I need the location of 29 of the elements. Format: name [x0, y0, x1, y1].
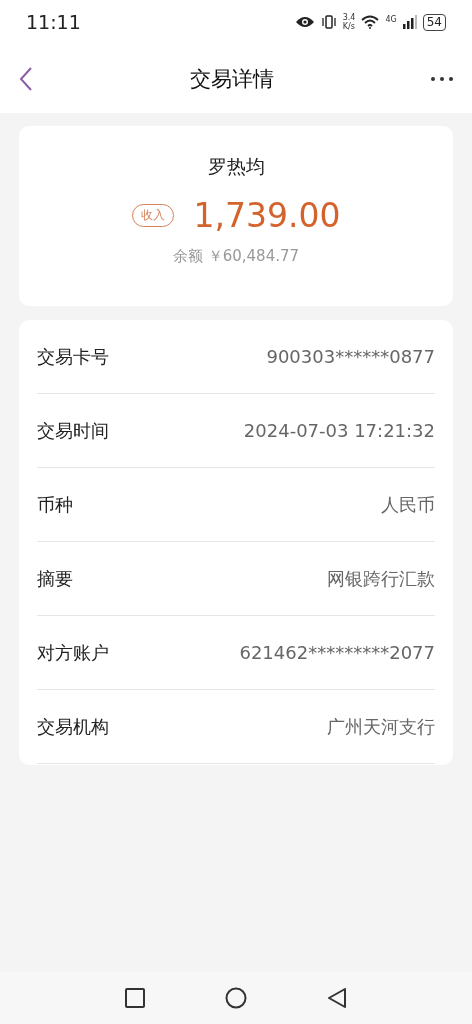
back-icon[interactable]: [18, 65, 34, 92]
detail-value: 人民币: [381, 492, 435, 517]
vibrate-icon: [320, 15, 337, 29]
detail-value: 621462*********2077: [239, 642, 435, 663]
detail-label: 币种: [37, 492, 73, 517]
detail-value: 网银跨行汇款: [327, 566, 435, 591]
network-type: 4G: [385, 15, 397, 24]
home-icon[interactable]: [225, 987, 247, 1009]
detail-label: 对方账户: [37, 640, 109, 665]
detail-label: 交易卡号: [37, 344, 109, 369]
battery-indicator: 54: [422, 13, 446, 31]
back-nav-icon[interactable]: [327, 987, 347, 1009]
wifi-icon: [361, 15, 380, 29]
status-time: 11:11: [26, 11, 81, 33]
page-title: 交易详情: [190, 65, 274, 93]
signal-icon: [402, 15, 417, 29]
network-speed: 3.4 K/s: [342, 13, 356, 31]
payer-name: 罗热均: [207, 154, 265, 179]
detail-value: 广州天河支行: [327, 714, 435, 739]
more-icon[interactable]: [430, 75, 454, 82]
balance-text: 余额 ￥60,484.77: [172, 247, 300, 266]
detail-value: 2024-07-03 17:21:32: [243, 420, 435, 441]
detail-label: 摘要: [37, 566, 73, 591]
amount: 1,739.00: [193, 196, 341, 235]
recents-icon[interactable]: [125, 988, 145, 1008]
eye-icon: [294, 15, 315, 29]
detail-label: 交易机构: [37, 714, 109, 739]
detail-value: 900303******0877: [266, 346, 435, 367]
detail-label: 交易时间: [37, 418, 109, 443]
